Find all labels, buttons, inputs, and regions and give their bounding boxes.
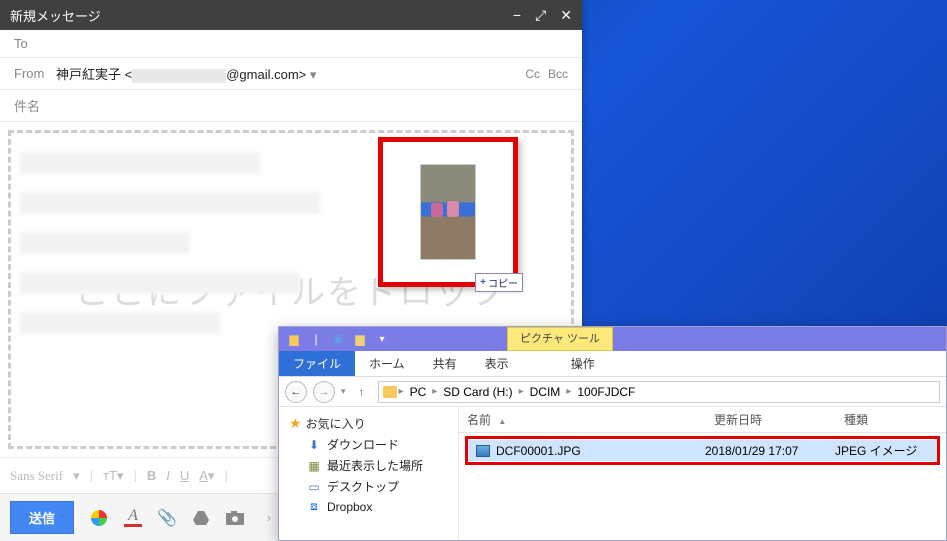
- explorer-titlebar[interactable]: ▆ | ▣ ▆ ▾ ピクチャ ツール: [279, 327, 946, 351]
- image-file-icon: [476, 445, 490, 457]
- desktop-icon: ▭: [307, 480, 321, 494]
- chevron-down-icon[interactable]: ▾: [73, 468, 80, 484]
- from-value: 神戸紅実子 <@gmail.com> ▾: [56, 64, 517, 83]
- favorites-header[interactable]: ★ お気に入り: [283, 413, 454, 434]
- sort-indicator-icon: ▲: [494, 417, 506, 426]
- chevron-right-icon[interactable]: ▸: [519, 386, 524, 397]
- new-folder-icon[interactable]: ▆: [351, 330, 369, 348]
- compose-titlebar: 新規メッセージ − ⤢ ✕: [0, 0, 582, 30]
- sidebar-item-desktop[interactable]: ▭ デスクトップ: [283, 476, 454, 497]
- chevron-right-icon[interactable]: ▸: [566, 386, 571, 397]
- nav-back-button[interactable]: ←: [285, 381, 307, 403]
- folder-icon: [383, 386, 397, 398]
- dragged-attachment-highlight: + コピー: [378, 137, 518, 287]
- from-label: From: [14, 66, 48, 81]
- chevron-right-icon[interactable]: ▸: [432, 386, 437, 397]
- sidebar-item-label: デスクトップ: [327, 478, 399, 495]
- breadcrumb-seg[interactable]: SD Card (H:): [439, 385, 516, 399]
- underline-icon[interactable]: U: [180, 468, 189, 483]
- file-row[interactable]: DCF00001.JPG 2018/01/29 17:07 JPEG イメージ: [468, 440, 937, 461]
- nav-forward-button[interactable]: →: [313, 381, 335, 403]
- bold-icon[interactable]: B: [147, 468, 156, 483]
- blurred-content: [20, 152, 320, 334]
- column-header-date[interactable]: 更新日時: [706, 407, 836, 432]
- explorer-body: ★ お気に入り ⬇ ダウンロード ▦ 最近表示した場所 ▭ デスクトップ ⧈ D…: [279, 407, 946, 540]
- file-type: JPEG イメージ: [827, 440, 937, 461]
- drive-icon[interactable]: [192, 509, 210, 527]
- file-date: 2018/01/29 17:07: [697, 442, 827, 460]
- file-row-highlight: DCF00001.JPG 2018/01/29 17:07 JPEG イメージ: [465, 436, 940, 465]
- plus-icon: +: [480, 277, 486, 288]
- breadcrumb-seg[interactable]: 100FJDCF: [573, 385, 639, 399]
- chevron-down-icon[interactable]: ▾: [310, 67, 317, 82]
- sidebar-item-dropbox[interactable]: ⧈ Dropbox: [283, 497, 454, 516]
- from-field-row[interactable]: From 神戸紅実子 <@gmail.com> ▾ Cc Bcc: [0, 58, 582, 90]
- star-icon: ★: [289, 415, 302, 432]
- subject-placeholder: 件名: [14, 96, 40, 115]
- file-explorer-window: ▆ | ▣ ▆ ▾ ピクチャ ツール ファイル ホーム 共有 表示 操作 ← →…: [278, 326, 947, 541]
- sidebar-item-label: ダウンロード: [327, 436, 399, 453]
- breadcrumb-seg[interactable]: DCIM: [526, 385, 565, 399]
- recent-icon: ▦: [307, 459, 321, 473]
- navigation-pane[interactable]: ★ お気に入り ⬇ ダウンロード ▦ 最近表示した場所 ▭ デスクトップ ⧈ D…: [279, 407, 459, 540]
- attachment-thumbnail[interactable]: [420, 164, 476, 260]
- italic-icon[interactable]: I: [166, 468, 170, 483]
- address-bar-row: ← → ▾ ↑ ▸ PC ▸ SD Card (H:) ▸ DCIM ▸ 100…: [279, 377, 946, 407]
- cc-link[interactable]: Cc: [525, 67, 540, 81]
- formatting-icon[interactable]: A: [124, 509, 142, 527]
- attach-icon[interactable]: 📎: [158, 509, 176, 527]
- bcc-link[interactable]: Bcc: [548, 67, 568, 81]
- qa-overflow-icon[interactable]: ▾: [373, 330, 391, 348]
- nav-history-icon[interactable]: ▾: [341, 386, 346, 397]
- breadcrumb-seg[interactable]: PC: [406, 385, 431, 399]
- sidebar-item-label: 最近表示した場所: [327, 457, 423, 474]
- font-picker[interactable]: Sans Serif: [10, 468, 63, 484]
- sidebar-item-label: Dropbox: [327, 500, 372, 514]
- quick-access-toolbar: ▆ | ▣ ▆ ▾: [285, 330, 391, 348]
- compose-title: 新規メッセージ: [10, 6, 101, 25]
- chrome-globe-icon[interactable]: [90, 509, 108, 527]
- breadcrumb[interactable]: ▸ PC ▸ SD Card (H:) ▸ DCIM ▸ 100FJDCF: [378, 381, 940, 403]
- chevron-right-icon[interactable]: ▸: [399, 386, 404, 397]
- tab-view[interactable]: 表示: [471, 351, 523, 376]
- sidebar-item-recent[interactable]: ▦ 最近表示した場所: [283, 455, 454, 476]
- more-chevron-icon[interactable]: ›: [260, 509, 278, 527]
- sidebar-item-downloads[interactable]: ⬇ ダウンロード: [283, 434, 454, 455]
- file-name: DCF00001.JPG: [496, 444, 581, 458]
- dropbox-icon: ⧈: [307, 499, 321, 514]
- ribbon-tabs: ファイル ホーム 共有 表示 操作: [279, 351, 946, 377]
- column-headers: 名前 ▲ 更新日時 種類: [459, 407, 946, 433]
- tab-home[interactable]: ホーム: [355, 351, 419, 376]
- compose-window-buttons: − ⤢ ✕: [513, 7, 572, 24]
- expand-icon[interactable]: ⤢: [535, 7, 546, 24]
- tab-manage[interactable]: 操作: [557, 351, 609, 376]
- tab-file[interactable]: ファイル: [279, 351, 355, 376]
- file-list-pane[interactable]: 名前 ▲ 更新日時 種類 DCF00001.JPG 2018/01/29 17:…: [459, 407, 946, 540]
- send-button[interactable]: 送信: [10, 501, 74, 534]
- nav-up-button[interactable]: ↑: [352, 382, 372, 402]
- photo-icon[interactable]: [226, 509, 244, 527]
- text-color-icon[interactable]: A▾: [199, 468, 214, 484]
- subject-field-row[interactable]: 件名: [0, 90, 582, 122]
- qa-separator: |: [307, 330, 325, 348]
- column-header-name[interactable]: 名前 ▲: [459, 407, 706, 432]
- properties-icon[interactable]: ▣: [329, 330, 347, 348]
- minimize-icon[interactable]: −: [513, 7, 521, 24]
- to-field-row[interactable]: To: [0, 30, 582, 58]
- download-icon: ⬇: [307, 438, 321, 452]
- folder-icon[interactable]: ▆: [285, 330, 303, 348]
- copy-badge: + コピー: [475, 273, 523, 292]
- tab-share[interactable]: 共有: [419, 351, 471, 376]
- to-label: To: [14, 36, 48, 51]
- close-icon[interactable]: ✕: [560, 7, 572, 24]
- redacted-email: [132, 69, 226, 83]
- column-header-type[interactable]: 種類: [836, 407, 946, 432]
- picture-tools-tab[interactable]: ピクチャ ツール: [507, 327, 613, 351]
- font-size-icon[interactable]: тТ▾: [103, 468, 123, 484]
